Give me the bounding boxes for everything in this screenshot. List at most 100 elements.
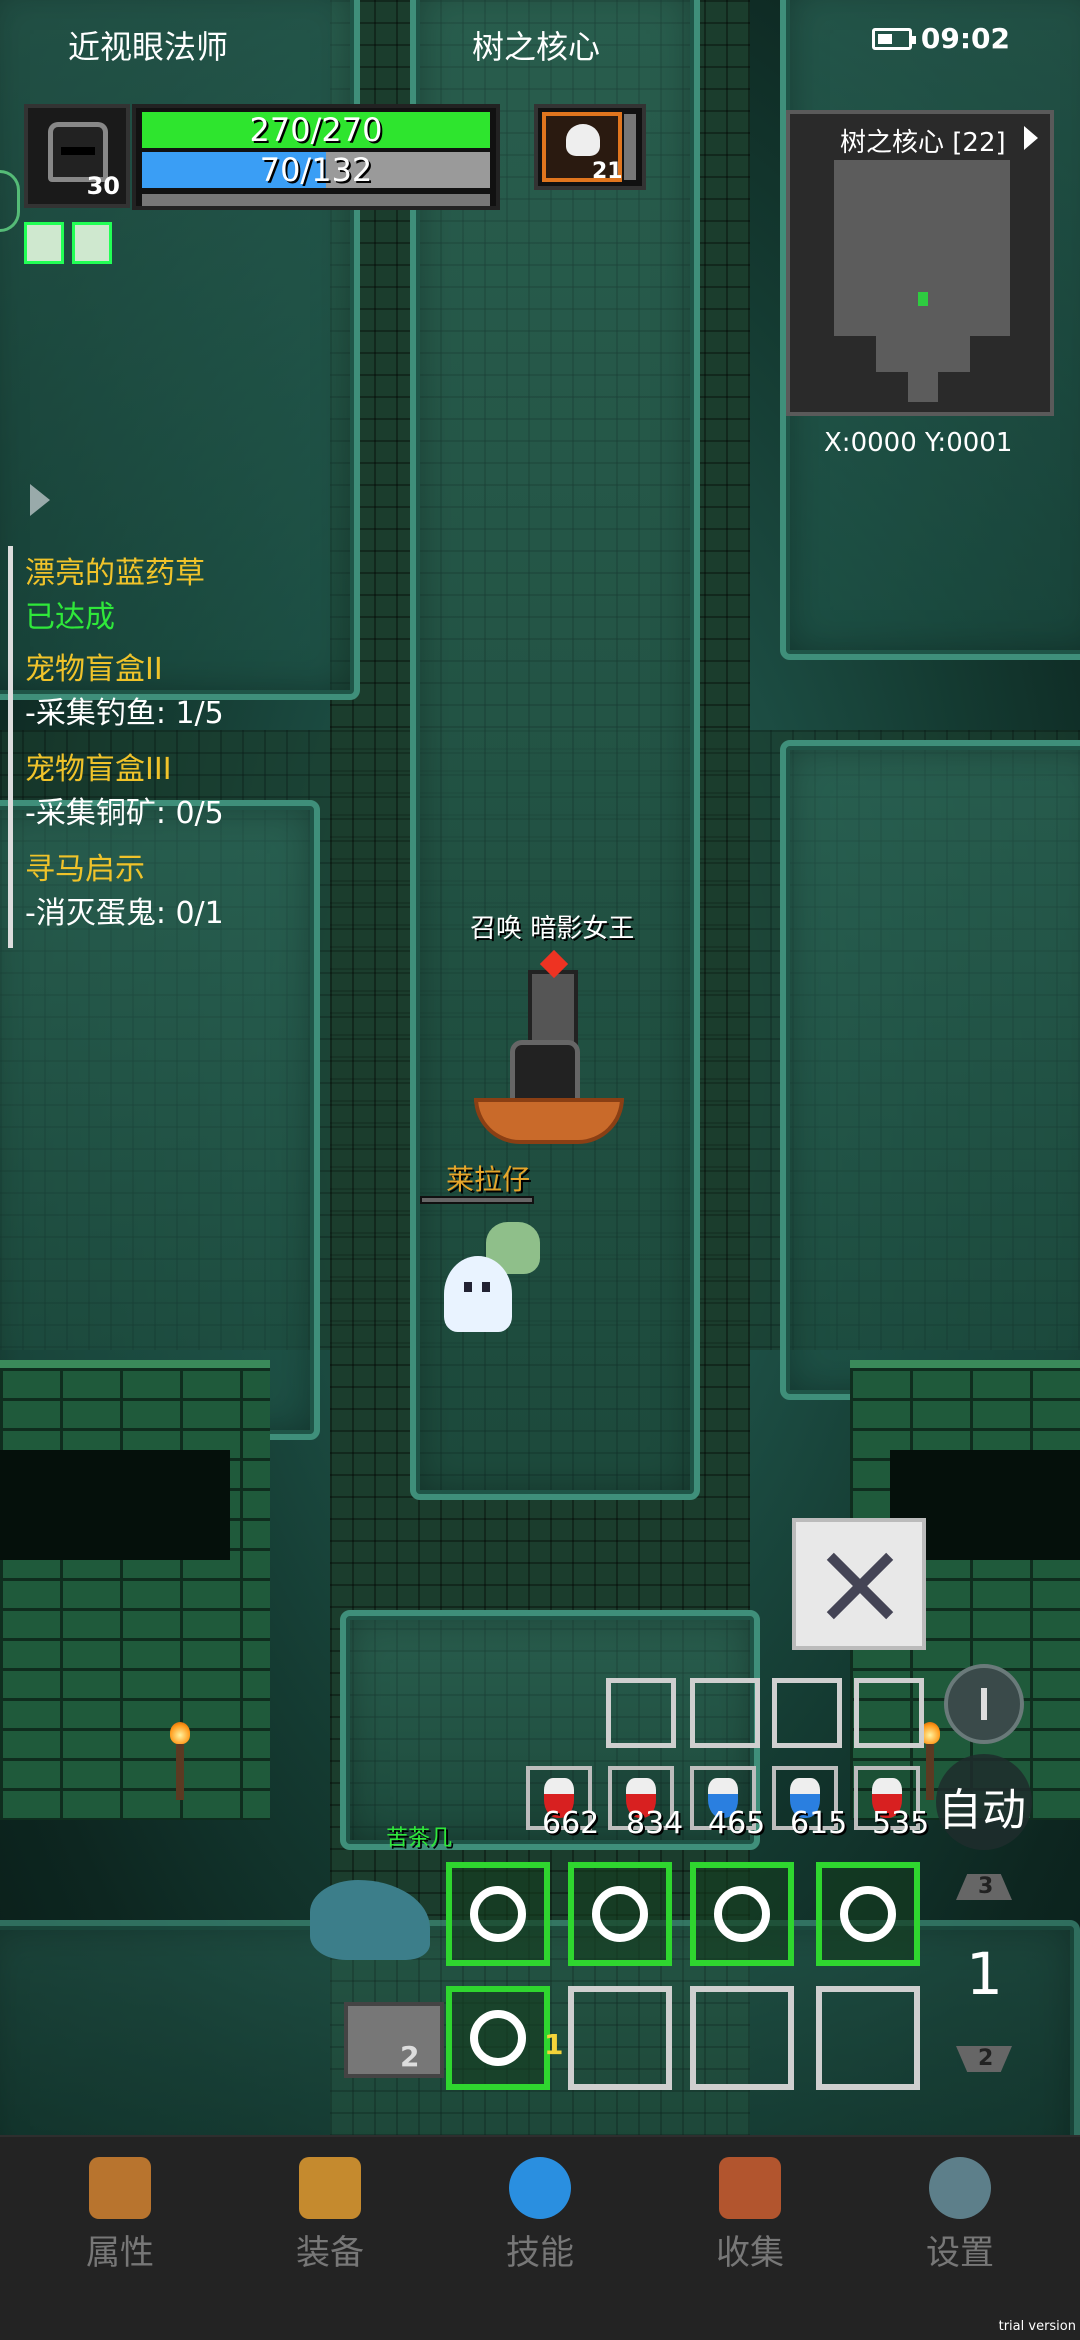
potion-count: 662 [542, 1806, 600, 1841]
pedestal [344, 2002, 444, 2078]
minimap-room [876, 336, 970, 372]
minimap-room [834, 160, 1010, 336]
quick-slot[interactable] [854, 1678, 924, 1748]
target-level: 21 [592, 159, 623, 184]
burst-skill-icon [592, 1886, 648, 1942]
npc-health-bar [420, 1196, 534, 1204]
minimap-title: 树之核心 [22] [840, 128, 1006, 158]
crossed-swords-icon [819, 1544, 899, 1624]
hp-bar: 270/270 [142, 112, 490, 148]
pet-name: 苦茶几 [386, 1826, 453, 1851]
quest-toggle-icon[interactable] [30, 484, 50, 516]
battery-icon [872, 28, 916, 50]
scroll-buff-icon[interactable] [72, 222, 112, 264]
empty-skill-slot[interactable] [568, 1986, 672, 2090]
player-bars: 270/270 70/132 [132, 104, 500, 210]
storm-skill-icon [840, 1886, 896, 1942]
mp-text: 70/132 [259, 151, 373, 189]
clock: 09:02 [920, 22, 1010, 55]
potion-count: 465 [708, 1806, 766, 1841]
quick-slot[interactable] [772, 1678, 842, 1748]
skill-slot-shatter[interactable] [446, 1986, 550, 2090]
quest-list[interactable]: 漂亮的蓝药草 已达成 宠物盲盒II -采集钓鱼: 1/5 宠物盲盒III -采集… [8, 546, 308, 948]
boat-mount [474, 1098, 624, 1144]
npc-name: 莱拉仔 [446, 1163, 531, 1196]
nav-label: 技能 [506, 2233, 574, 2273]
nav-label: 设置 [926, 2233, 994, 2273]
gear-icon [929, 2157, 991, 2219]
nav-label: 属性 [86, 2233, 154, 2273]
brick-wall [0, 1360, 270, 1820]
shield-buff-icon[interactable] [24, 222, 64, 264]
skill-slot-storm[interactable] [816, 1862, 920, 1966]
wall-panel [780, 740, 1080, 1400]
nav-label: 装备 [296, 2233, 364, 2273]
quest-progress: -采集钓鱼: 1/5 [25, 696, 224, 731]
ghost-pet[interactable] [444, 1256, 512, 1332]
quest-progress: -消灭蛋鬼: 0/1 [25, 896, 224, 931]
bottom-nav: 属性 装备 技能 收集 设置 trial version [0, 2135, 1080, 2340]
target-portrait[interactable]: 21 [534, 104, 646, 190]
coordinates: X:0000 Y:0001 [824, 428, 1013, 458]
pause-icon [981, 1688, 987, 1720]
quick-slot[interactable] [690, 1678, 760, 1748]
shatter-skill-icon [470, 2010, 526, 2066]
dark-passage [0, 1450, 230, 1560]
nav-label: 收集 [716, 2233, 784, 2273]
mp-bar: 70/132 [142, 152, 490, 188]
slash-skill-icon [470, 1886, 526, 1942]
player-name: 近视眼法师 [68, 28, 229, 66]
zone-name: 树之核心 [472, 28, 601, 66]
target-health-bar [624, 114, 636, 180]
skill-orb-icon [509, 2157, 571, 2219]
nav-equipment[interactable]: 装备 [260, 2157, 400, 2274]
quest-title[interactable]: 宠物盲盒III [25, 748, 308, 792]
page-up-number: 3 [978, 1874, 994, 1899]
trial-watermark: trial version [998, 2319, 1076, 2334]
pouch-icon [299, 2157, 361, 2219]
summoned-tower[interactable] [528, 970, 578, 1050]
torch-icon [170, 1722, 190, 1800]
potion-count: 535 [872, 1806, 930, 1841]
nav-skills[interactable]: 技能 [470, 2157, 610, 2274]
auto-label: 自动 [938, 1785, 1026, 1836]
quick-slot[interactable] [606, 1678, 676, 1748]
quest-progress: -采集铜矿: 0/5 [25, 796, 224, 831]
torch-icon [920, 1722, 940, 1800]
skill-slot-slash[interactable] [446, 1862, 550, 1966]
page-down-number: 2 [978, 2046, 994, 2071]
empty-skill-slot[interactable] [816, 1986, 920, 2090]
minimap[interactable]: 树之核心 [22] [786, 110, 1054, 416]
quest-title[interactable]: 宠物盲盒II [25, 648, 308, 692]
quest-status: 已达成 [25, 600, 115, 635]
pause-button[interactable] [944, 1664, 1024, 1744]
expand-arrow-icon[interactable] [1024, 126, 1038, 150]
skill-page-number: 1 [966, 1940, 1003, 2008]
pedestal-number: 2 [400, 2040, 420, 2073]
helmet-icon [89, 2157, 151, 2219]
skull-icon [566, 124, 600, 156]
vortex-skill-icon [714, 1886, 770, 1942]
empty-skill-slot[interactable] [690, 1986, 794, 2090]
quest-title[interactable]: 漂亮的蓝药草 [25, 552, 308, 596]
skill-slot-burst[interactable] [568, 1862, 672, 1966]
player-marker [918, 292, 928, 306]
potion-count: 834 [626, 1806, 684, 1841]
xp-bar [142, 194, 490, 206]
minimap-room [908, 372, 938, 402]
summon-label: 召唤 暗影女王 [470, 914, 635, 944]
player-level: 30 [86, 172, 120, 200]
skill-slot-vortex[interactable] [690, 1862, 794, 1966]
nav-attributes[interactable]: 属性 [50, 2157, 190, 2274]
hp-text: 270/270 [249, 111, 383, 149]
skill-key-number: 1 [544, 2028, 564, 2061]
book-icon [719, 2157, 781, 2219]
player-character[interactable] [510, 1040, 580, 1106]
player-portrait[interactable]: 30 [24, 104, 130, 208]
nav-collection[interactable]: 收集 [680, 2157, 820, 2274]
quest-title[interactable]: 寻马启示 [25, 848, 308, 892]
nav-settings[interactable]: 设置 [890, 2157, 1030, 2274]
potion-count: 615 [790, 1806, 848, 1841]
status-bar: 近视眼法师 树之核心 09:02 [0, 0, 1080, 80]
attack-button[interactable] [792, 1518, 926, 1650]
